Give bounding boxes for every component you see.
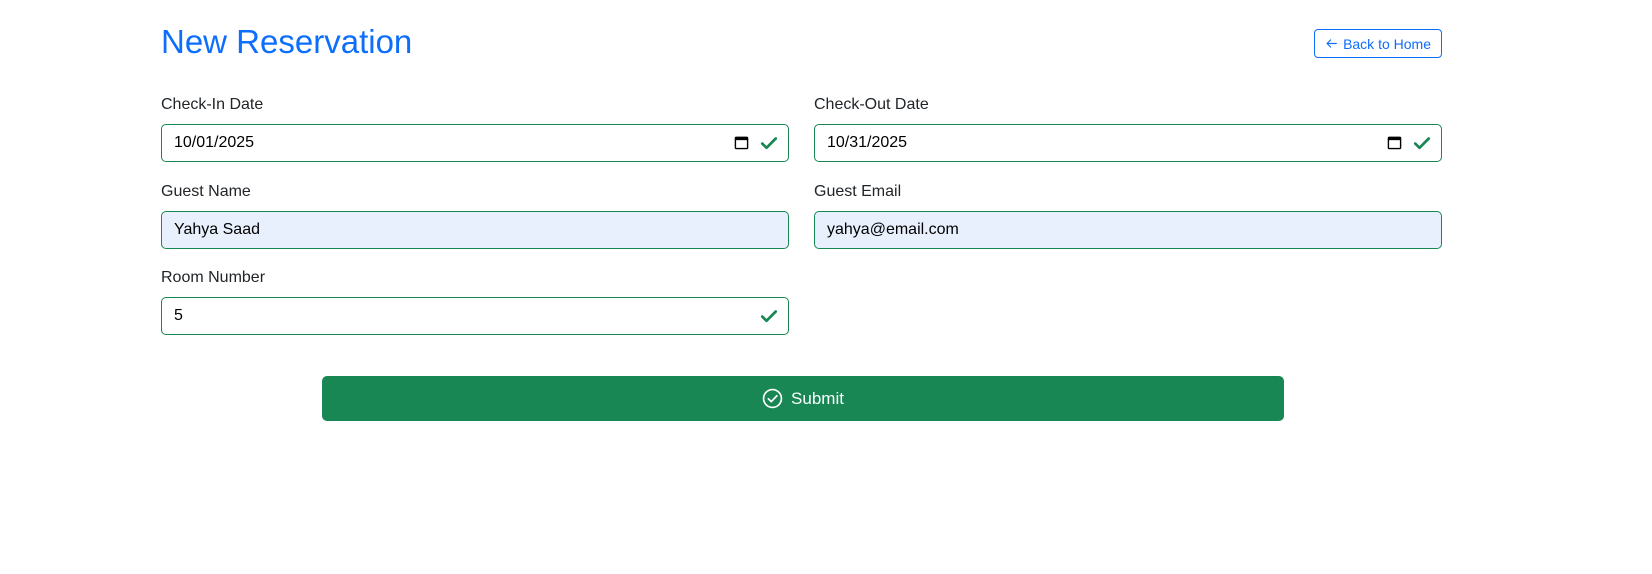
check-in-input-wrapper — [161, 124, 789, 162]
valid-check-icon — [1413, 137, 1431, 150]
valid-check-icon — [760, 310, 778, 323]
guest-name-label: Guest Name — [161, 183, 251, 200]
back-to-home-button[interactable]: Back to Home — [1314, 29, 1442, 58]
check-out-field: Check-Out Date — [814, 95, 1442, 162]
guest-email-field: Guest Email — [814, 182, 1442, 249]
check-circle-icon — [762, 388, 783, 409]
guest-email-input[interactable] — [827, 212, 1387, 248]
room-number-input[interactable] — [174, 298, 734, 334]
calendar-icon[interactable] — [1387, 135, 1402, 150]
guest-email-input-wrapper — [814, 211, 1442, 249]
room-number-label: Room Number — [161, 269, 266, 286]
check-out-input-wrapper — [814, 124, 1442, 162]
submit-button[interactable]: Submit — [322, 376, 1284, 421]
guest-name-field: Guest Name — [161, 182, 789, 249]
guest-name-input[interactable] — [174, 212, 734, 248]
check-in-field: Check-In Date — [161, 95, 789, 162]
check-out-label: Check-Out Date — [814, 96, 929, 113]
submit-label: Submit — [791, 388, 844, 408]
page-header: New Reservation Back to Home — [161, 18, 1442, 68]
check-out-date-input[interactable] — [827, 125, 1387, 161]
guest-name-input-wrapper — [161, 211, 789, 249]
room-number-input-wrapper — [161, 297, 789, 335]
calendar-icon[interactable] — [734, 135, 749, 150]
page-title: New Reservation — [161, 23, 413, 60]
room-number-field: Room Number — [161, 268, 789, 335]
arrow-left-icon — [1326, 39, 1338, 48]
back-to-home-label: Back to Home — [1343, 35, 1431, 52]
valid-check-icon — [760, 137, 778, 150]
check-in-date-input[interactable] — [174, 125, 734, 161]
check-in-label: Check-In Date — [161, 96, 264, 113]
guest-email-label: Guest Email — [814, 183, 902, 200]
